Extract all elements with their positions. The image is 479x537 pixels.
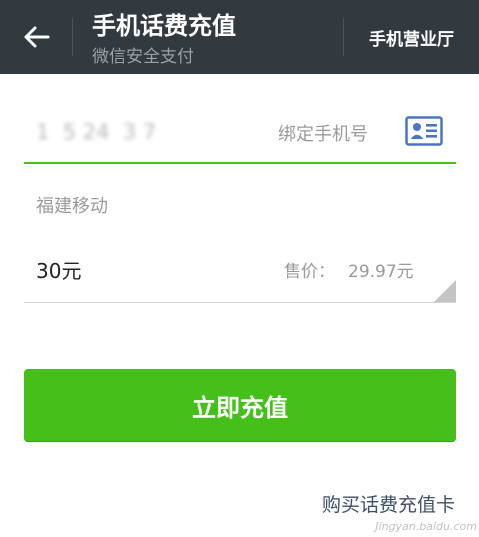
- dropdown-corner-icon: [434, 280, 456, 302]
- price-value: 29.97元: [348, 262, 414, 282]
- buy-recharge-card-link[interactable]: 购买话费充值卡: [322, 490, 455, 517]
- contacts-button[interactable]: [405, 116, 443, 146]
- mobile-hall-link[interactable]: 手机营业厅: [344, 0, 479, 74]
- page-subtitle: 微信安全支付: [92, 47, 194, 67]
- price-label: 售价：: [284, 262, 335, 282]
- carrier-label: 福建移动: [36, 196, 108, 217]
- phone-number-input[interactable]: [36, 114, 236, 150]
- amount-value: 30元: [36, 259, 82, 283]
- phone-number-row: 绑定手机号: [24, 104, 456, 164]
- back-button[interactable]: [10, 14, 62, 60]
- title-bar: 手机话费充值 微信安全支付 手机营业厅: [0, 0, 479, 74]
- amount-select[interactable]: 30元 售价： 29.97元: [24, 238, 456, 303]
- recharge-now-button[interactable]: 立即充值: [24, 369, 456, 441]
- header-divider: [72, 18, 73, 56]
- contact-card-icon: [405, 116, 443, 146]
- page-title: 手机话费充值: [92, 12, 236, 40]
- watermark: Jingyan.baidu.com: [375, 520, 477, 533]
- bound-phone-label: 绑定手机号: [278, 124, 368, 145]
- arrow-left-icon: [24, 26, 50, 48]
